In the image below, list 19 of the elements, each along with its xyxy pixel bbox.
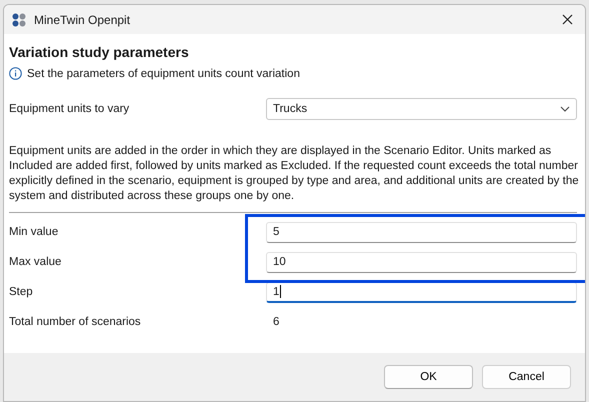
value-text: 6	[272, 316, 280, 328]
field-label: Equipment units to vary	[9, 103, 130, 115]
field-label: Min value	[9, 226, 60, 238]
field-label: Step	[9, 286, 34, 298]
field-label: Total number of scenarios	[9, 316, 142, 328]
input-field[interactable]: 10	[266, 252, 577, 272]
dialog-heading: Variation study parameters	[9, 44, 190, 60]
window-title: MineTwin Openpit	[34, 12, 132, 26]
chevron-down-icon	[560, 106, 570, 112]
dropdown[interactable]: Trucks	[266, 98, 577, 120]
input-field[interactable]: 5	[266, 222, 577, 242]
app-logo-icon	[12, 12, 26, 26]
description-text: Equipment units are added in the order in which they are displayed in the Scenario Editor. Units marked as Included are added first, followed by units marked as Excluded. If the requested count exceeds the total number explicitly defined in the scenario, equipment is grouped by type and area, and additional units are created by the system and distributed across these groups one by one.	[9, 144, 580, 204]
cancel-button[interactable]: Cancel	[482, 365, 571, 389]
info-message: Set the parameters of equipment units count variation	[27, 68, 300, 80]
ok-button[interactable]: OK	[384, 365, 473, 389]
input-field[interactable]: 1	[266, 282, 577, 302]
field-label: Max value	[9, 256, 62, 268]
info-icon	[9, 67, 22, 80]
